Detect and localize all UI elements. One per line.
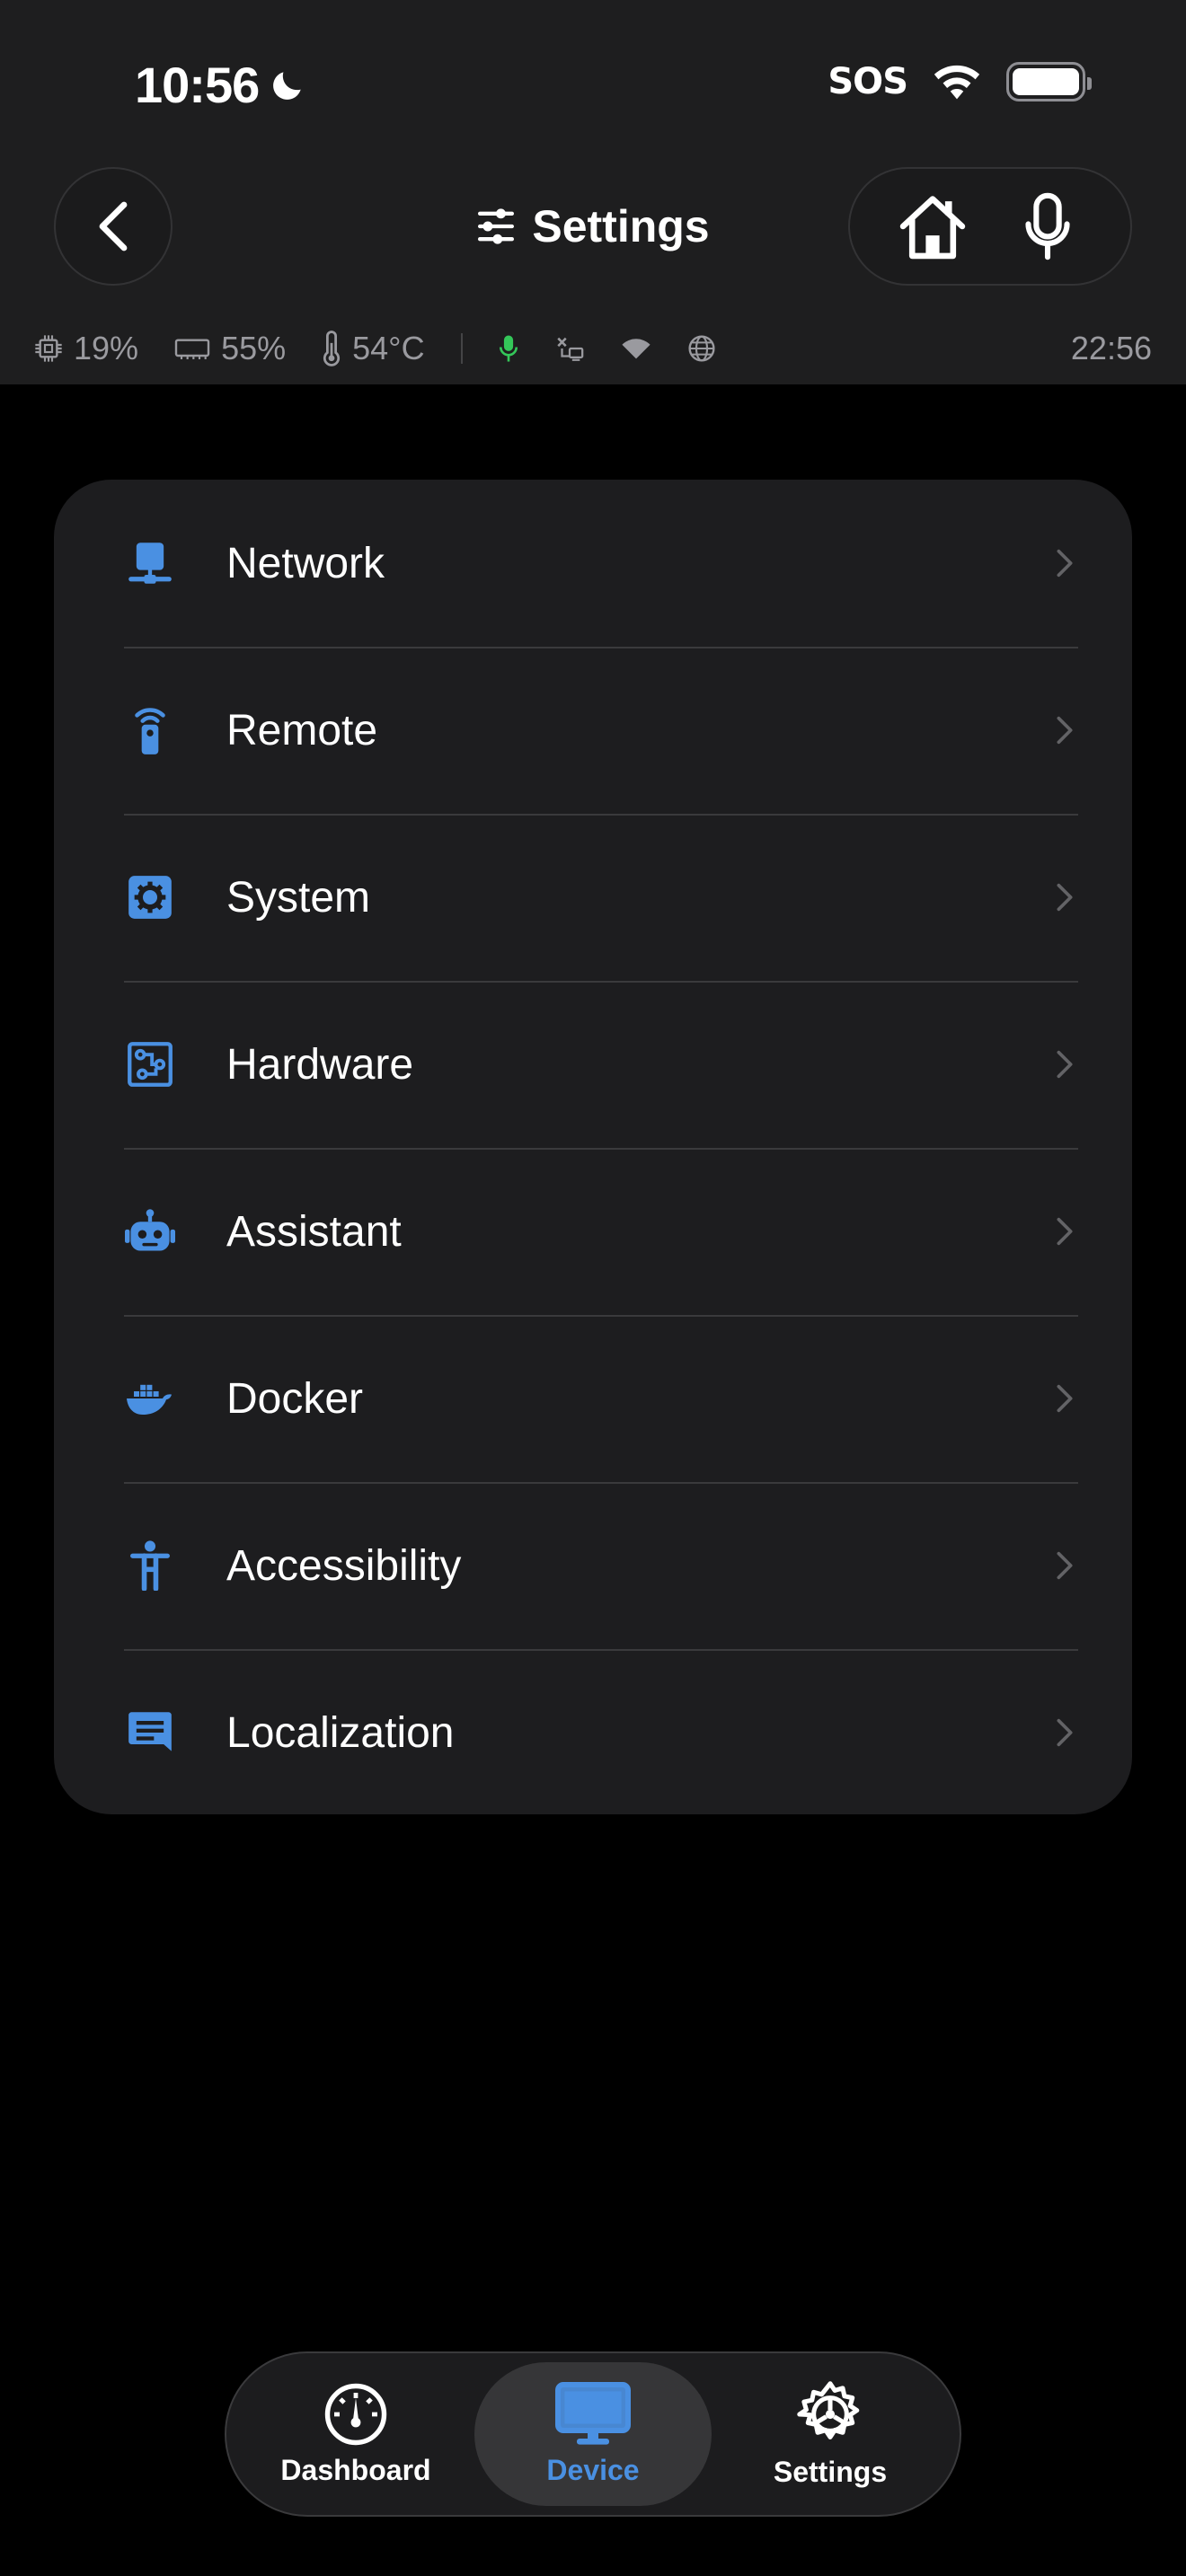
device-clock: 22:56 — [1070, 330, 1152, 366]
menu-item-system[interactable]: System — [124, 814, 1078, 981]
chevron-right-icon — [1051, 545, 1078, 581]
chevron-right-icon — [1051, 712, 1078, 748]
gear-icon — [797, 2380, 860, 2439]
menu-item-label: Remote — [226, 706, 378, 754]
menu-item-label: Localization — [226, 1708, 455, 1757]
moon-icon — [273, 71, 301, 100]
mic-status — [499, 334, 518, 363]
system-icon — [124, 871, 176, 923]
status-time: 10:56 — [135, 56, 307, 114]
microphone-status-icon — [499, 335, 518, 362]
stats-divider — [460, 333, 463, 364]
home-button[interactable] — [883, 177, 982, 276]
settings-menu: Network Remote System Hardware Assistant… — [54, 480, 1132, 1814]
menu-item-label: Hardware — [226, 1040, 414, 1089]
system-stats-bar: 19% 55% 54°C 22:56 — [34, 325, 1152, 372]
gauge-icon — [324, 2383, 387, 2445]
chevron-right-icon — [1051, 1548, 1078, 1584]
home-icon — [899, 196, 966, 260]
tab-dashboard[interactable]: Dashboard — [237, 2362, 474, 2506]
cpu-icon — [35, 335, 62, 362]
menu-item-label: Assistant — [226, 1207, 402, 1256]
localization-icon — [124, 1707, 176, 1759]
battery-icon — [1006, 62, 1092, 101]
internet-status — [687, 334, 716, 363]
memory-icon — [174, 339, 210, 359]
remote-icon — [124, 704, 176, 756]
top-header-area: 10:56 SOS Settings 19% 55% 54°C 22:56 — [0, 0, 1186, 384]
microphone-button[interactable] — [998, 177, 1097, 276]
network-disconnected-icon — [556, 337, 583, 361]
chevron-right-icon — [1051, 879, 1078, 915]
menu-item-label: Network — [226, 539, 385, 587]
carrier-label: SOS — [828, 61, 908, 102]
chevron-right-icon — [1051, 1213, 1078, 1249]
network-icon — [124, 537, 176, 589]
tab-device[interactable]: Device — [474, 2362, 712, 2506]
menu-item-accessibility[interactable]: Accessibility — [124, 1482, 1078, 1649]
memory-stat: 55% — [174, 330, 286, 367]
chevron-right-icon — [1051, 1046, 1078, 1082]
status-indicators: SOS — [828, 61, 1092, 102]
temperature-stat: 54°C — [322, 330, 425, 367]
menu-item-network[interactable]: Network — [124, 480, 1078, 647]
header-actions — [848, 167, 1132, 286]
thermometer-icon — [323, 331, 341, 366]
menu-item-label: Accessibility — [226, 1541, 462, 1590]
microphone-icon — [1025, 192, 1070, 260]
robot-icon — [124, 1205, 176, 1257]
docker-icon — [124, 1372, 176, 1425]
menu-item-label: System — [226, 873, 371, 922]
menu-item-hardware[interactable]: Hardware — [124, 981, 1078, 1148]
wifi-icon — [934, 65, 980, 100]
menu-item-label: Docker — [226, 1374, 364, 1423]
monitor-icon — [555, 2381, 631, 2445]
tab-settings[interactable]: Settings — [712, 2362, 949, 2506]
hardware-icon — [124, 1038, 176, 1090]
bottom-tab-bar: Dashboard Device Settings — [225, 2351, 961, 2517]
menu-item-assistant[interactable]: Assistant — [124, 1148, 1078, 1315]
cpu-stat: 19% — [34, 330, 138, 367]
wifi-status-icon — [621, 339, 651, 359]
chevron-right-icon — [1051, 1381, 1078, 1416]
globe-icon — [688, 335, 715, 362]
accessibility-icon — [124, 1539, 176, 1592]
menu-item-localization[interactable]: Localization — [124, 1649, 1078, 1816]
chevron-right-icon — [1051, 1715, 1078, 1751]
sliders-icon — [478, 208, 515, 244]
menu-item-docker[interactable]: Docker — [124, 1315, 1078, 1482]
wifi-status — [621, 336, 651, 361]
network-status — [554, 334, 585, 363]
menu-item-remote[interactable]: Remote — [124, 647, 1078, 814]
